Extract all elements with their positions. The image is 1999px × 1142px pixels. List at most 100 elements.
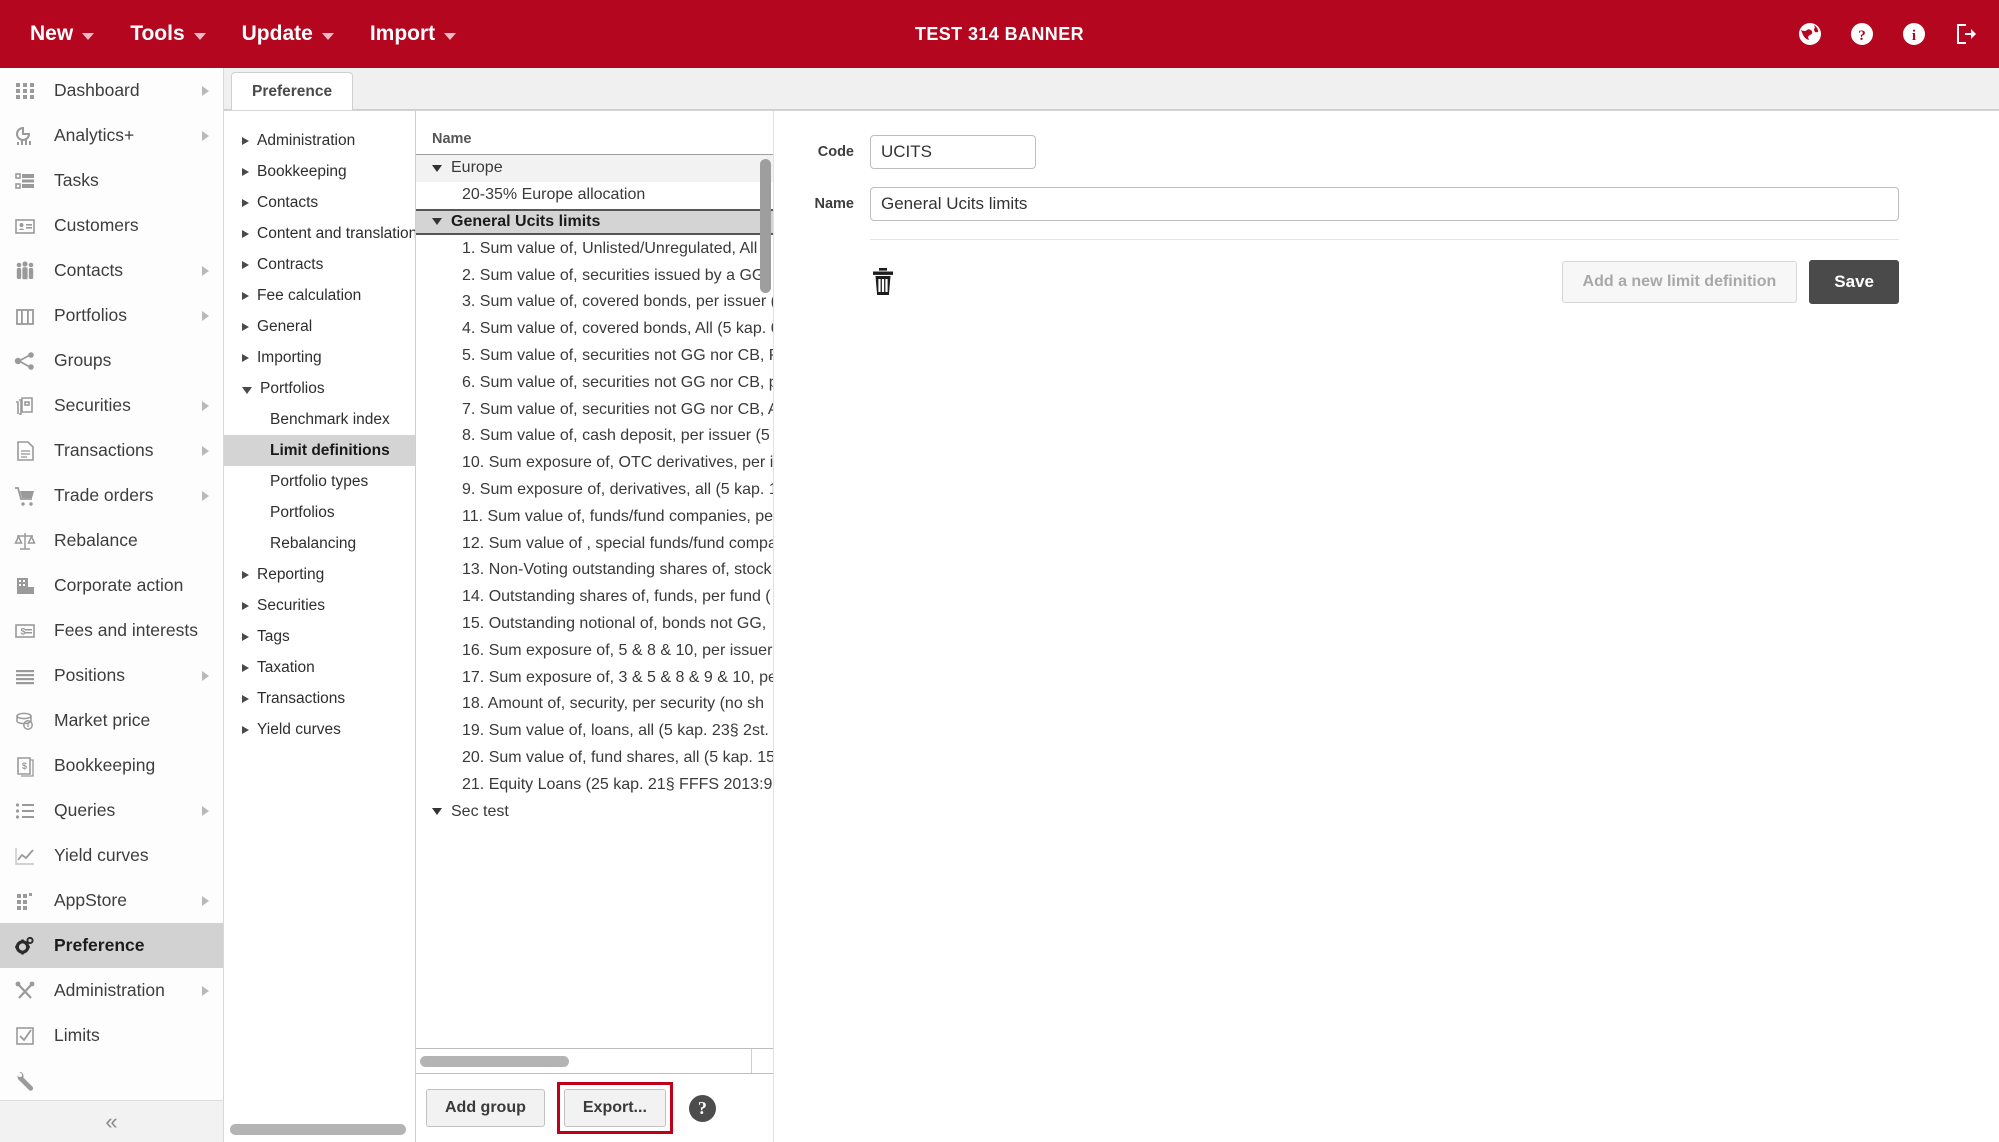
list-row[interactable]: 5. Sum value of, securities not GG nor C… (416, 343, 773, 370)
list-row[interactable]: 14. Outstanding shares of, funds, per fu… (416, 584, 773, 611)
globe-icon[interactable] (1797, 21, 1823, 47)
chevron-right-icon[interactable] (242, 198, 249, 207)
code-input[interactable] (870, 135, 1036, 169)
tree-row-limit-definitions[interactable]: Limit definitions (224, 435, 415, 466)
list-row[interactable]: 15. Outstanding notional of, bonds not G… (416, 611, 773, 638)
chevron-right-icon[interactable] (242, 632, 249, 641)
list-row-group[interactable]: Sec test (416, 798, 773, 825)
list-row[interactable]: 4. Sum value of, covered bonds, All (5 k… (416, 316, 773, 343)
sidebar-item-positions[interactable]: Positions (0, 653, 223, 698)
chevron-down-icon[interactable] (242, 386, 252, 394)
list-row-group-selected[interactable]: General Ucits limits (416, 208, 773, 236)
menu-update[interactable]: Update (226, 16, 350, 52)
tree-row-contacts[interactable]: Contacts (224, 187, 415, 218)
sidebar-item-appstore[interactable]: AppStore (0, 878, 223, 923)
tree-row-transactions[interactable]: Transactions (224, 683, 415, 714)
sidebar-item-trade-orders[interactable]: Trade orders (0, 473, 223, 518)
menu-new[interactable]: New (14, 16, 110, 52)
menu-import[interactable]: Import (354, 16, 472, 52)
sidebar-item-securities[interactable]: Securities (0, 383, 223, 428)
list-row[interactable]: 12. Sum value of , special funds/fund co… (416, 530, 773, 557)
tree-row-fee-calculation[interactable]: Fee calculation (224, 280, 415, 311)
add-new-limit-definition-button[interactable]: Add a new limit definition (1561, 261, 1798, 303)
list-row[interactable]: 19. Sum value of, loans, all (5 kap. 23§… (416, 718, 773, 745)
sidebar-item-tasks[interactable]: Tasks (0, 158, 223, 203)
sidebar-item-groups[interactable]: Groups (0, 338, 223, 383)
tree-row-general[interactable]: General (224, 311, 415, 342)
sidebar-item-settings-wrench[interactable] (0, 1058, 223, 1100)
chevron-right-icon[interactable] (242, 663, 249, 672)
list-row[interactable]: 10. Sum exposure of, OTC derivatives, pe… (416, 450, 773, 477)
chevron-right-icon[interactable] (242, 353, 249, 362)
sidebar-item-analytics[interactable]: Analytics+ (0, 113, 223, 158)
list-row[interactable]: 8. Sum value of, cash deposit, per issue… (416, 423, 773, 450)
chevron-right-icon[interactable] (242, 570, 249, 579)
list-row[interactable]: 9. Sum exposure of, derivatives, all (5 … (416, 477, 773, 504)
chevron-right-icon[interactable] (242, 725, 249, 734)
sidebar-item-corporate-action[interactable]: Corporate action (0, 563, 223, 608)
sidebar-item-customers[interactable]: Customers (0, 203, 223, 248)
list-row[interactable]: 18. Amount of, security, per security (n… (416, 691, 773, 718)
export-button[interactable]: Export... (563, 1089, 666, 1127)
sidebar-item-transactions[interactable]: Transactions (0, 428, 223, 473)
save-button[interactable]: Save (1809, 260, 1899, 304)
sidebar-item-rebalance[interactable]: Rebalance (0, 518, 223, 563)
logout-icon[interactable] (1953, 21, 1979, 47)
sidebar-item-yield-curves[interactable]: Yield curves (0, 833, 223, 878)
list-row[interactable]: 21. Equity Loans (25 kap. 21§ FFFS 2013:… (416, 771, 773, 798)
sidebar-item-bookkeeping[interactable]: $ Bookkeeping (0, 743, 223, 788)
add-group-button[interactable]: Add group (426, 1089, 545, 1127)
help-icon[interactable]: ? (688, 1094, 716, 1122)
chevron-down-icon[interactable] (432, 808, 442, 816)
menu-tools[interactable]: Tools (114, 16, 221, 52)
trash-icon[interactable] (870, 267, 896, 297)
chevron-right-icon[interactable] (242, 167, 249, 176)
limit-definition-list[interactable]: Europe 20-35% Europe allocation General … (416, 154, 773, 1048)
tab-preference[interactable]: Preference (231, 72, 354, 110)
list-row[interactable]: 17. Sum exposure of, 3 & 5 & 8 & 9 & 10,… (416, 664, 773, 691)
tree-row-portfolios-child[interactable]: Portfolios (224, 497, 415, 528)
tree-row-benchmark-index[interactable]: Benchmark index (224, 404, 415, 435)
chevron-right-icon[interactable] (242, 322, 249, 331)
list-row[interactable]: 1. Sum value of, Unlisted/Unregulated, A… (416, 235, 773, 262)
tree-row-contracts[interactable]: Contracts (224, 249, 415, 280)
sidebar-item-queries[interactable]: Queries (0, 788, 223, 833)
tree-row-portfolios[interactable]: Portfolios (224, 373, 415, 404)
tree-row-tags[interactable]: Tags (224, 621, 415, 652)
sidebar-item-fees-and-interests[interactable]: $ Fees and interests (0, 608, 223, 653)
scroll-thumb[interactable] (420, 1055, 569, 1067)
tree-row-importing[interactable]: Importing (224, 342, 415, 373)
chevron-down-icon[interactable] (432, 218, 442, 226)
tree-row-taxation[interactable]: Taxation (224, 652, 415, 683)
list-row[interactable]: 13. Non-Voting outstanding shares of, st… (416, 557, 773, 584)
tree-horizontal-scrollbar[interactable] (224, 1116, 415, 1142)
sidebar-item-administration[interactable]: Administration (0, 968, 223, 1013)
chevron-right-icon[interactable] (242, 601, 249, 610)
chevron-right-icon[interactable] (242, 694, 249, 703)
tree-row-bookkeeping[interactable]: Bookkeeping (224, 156, 415, 187)
list-row[interactable]: 6. Sum value of, securities not GG nor C… (416, 369, 773, 396)
list-row[interactable]: 20-35% Europe allocation (416, 182, 773, 209)
sidebar-item-preference[interactable]: Preference (0, 923, 223, 968)
tree-row-yield-curves[interactable]: Yield curves (224, 714, 415, 745)
sidebar-collapse-button[interactable]: « (0, 1100, 223, 1142)
list-row[interactable]: 2. Sum value of, securities issued by a … (416, 262, 773, 289)
tree-row-content-and-translations[interactable]: Content and translations (224, 218, 415, 249)
chevron-down-icon[interactable] (432, 164, 442, 172)
scroll-thumb[interactable] (230, 1123, 406, 1135)
tree-row-administration[interactable]: Administration (224, 125, 415, 156)
sidebar-item-market-price[interactable]: Market price (0, 698, 223, 743)
list-row[interactable]: 11. Sum value of, funds/fund companies, … (416, 503, 773, 530)
list-row[interactable]: 16. Sum exposure of, 5 & 8 & 10, per iss… (416, 637, 773, 664)
tree-row-rebalancing[interactable]: Rebalancing (224, 528, 415, 559)
help-circle-icon[interactable]: ? (1849, 21, 1875, 47)
list-horizontal-scrollbar[interactable] (416, 1048, 773, 1074)
sidebar-item-contacts[interactable]: Contacts (0, 248, 223, 293)
tree-row-portfolio-types[interactable]: Portfolio types (224, 466, 415, 497)
tree-row-reporting[interactable]: Reporting (224, 559, 415, 590)
list-row[interactable]: 20. Sum value of, fund shares, all (5 ka… (416, 745, 773, 772)
chevron-right-icon[interactable] (242, 291, 249, 300)
sidebar-item-portfolios[interactable]: Portfolios (0, 293, 223, 338)
chevron-right-icon[interactable] (242, 136, 249, 145)
chevron-right-icon[interactable] (242, 229, 249, 238)
